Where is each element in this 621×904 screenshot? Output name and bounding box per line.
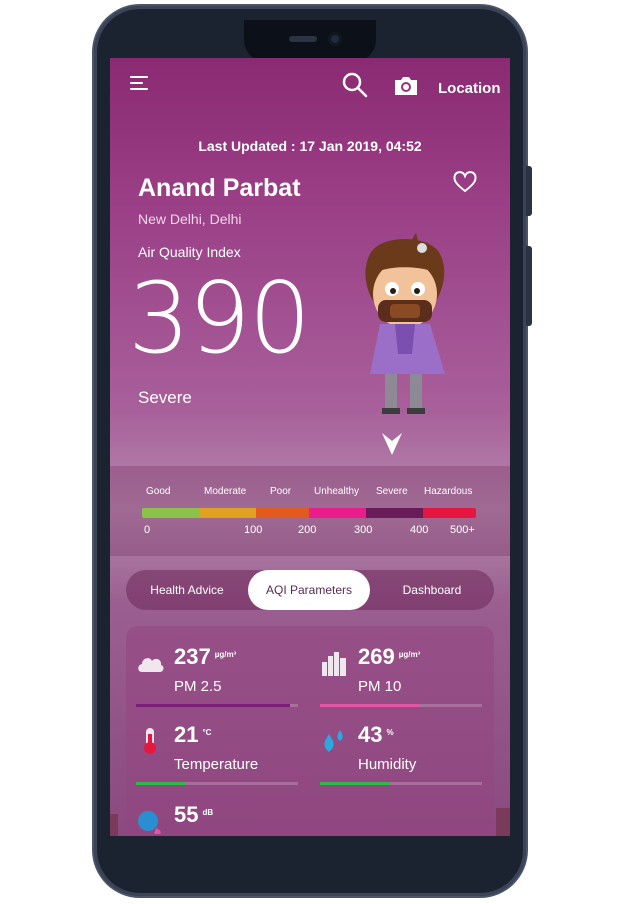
aqi-label: Air Quality Index — [138, 244, 241, 260]
place-name: Anand Parbat — [138, 174, 301, 202]
scale-label-moderate: Moderate — [204, 486, 247, 497]
volume-button — [526, 166, 532, 216]
scale-tick-labels: 0 100 200 300 400 500+ — [110, 524, 510, 538]
scale-segment-hazardous — [422, 508, 476, 518]
param-bar-fill — [136, 782, 185, 785]
scale-color-bar — [142, 508, 476, 518]
favorite-heart-icon[interactable] — [452, 170, 478, 194]
masked-character-illustration — [365, 234, 445, 414]
last-updated: Last Updated : 17 Jan 2019, 04:52 — [198, 138, 422, 154]
tab-health-advice[interactable]: Health Advice — [126, 570, 248, 610]
scale-tick: 400 — [410, 524, 429, 536]
cloud-icon — [138, 658, 164, 672]
scale-tick: 200 — [298, 524, 317, 536]
scale-tick: 0 — [144, 524, 151, 536]
param-value: 269 µg/m³ — [358, 644, 420, 670]
param-number: 269 — [358, 644, 395, 669]
param-bar-fill — [320, 782, 390, 785]
tab-dashboard[interactable]: Dashboard — [370, 570, 494, 610]
param-bar — [136, 704, 298, 707]
param-value: 43% — [358, 722, 394, 748]
buildings-icon — [322, 652, 346, 676]
param-bar — [320, 782, 482, 785]
water-drops-icon — [324, 730, 343, 752]
param-value: 237 µg/m³ — [174, 644, 236, 670]
scale-segment-good — [142, 508, 199, 518]
scale-label-poor: Poor — [270, 486, 292, 497]
tab-aqi-parameters[interactable]: AQI Parameters — [248, 570, 370, 610]
param-bar — [136, 782, 298, 785]
app-screen: Location Last Updated : 17 Jan 2019, 04:… — [110, 58, 510, 836]
param-number: 43 — [358, 722, 383, 747]
phone-frame: Location Last Updated : 17 Jan 2019, 04:… — [94, 6, 532, 896]
speaker-grille — [289, 36, 317, 42]
scale-segment-unhealthy — [308, 508, 366, 518]
scale-tick: 100 — [244, 524, 263, 536]
param-number: 237 — [174, 644, 211, 669]
scale-label-severe: Severe — [376, 486, 408, 497]
scale-label-unhealthy: Unhealthy — [314, 486, 360, 497]
param-bar-fill — [136, 704, 290, 707]
notch — [244, 20, 376, 62]
thermometer-icon — [144, 728, 156, 754]
param-humidity: 43% Humidity — [320, 722, 490, 792]
aqi-indicator-arrow-icon — [382, 433, 402, 455]
camera-icon[interactable] — [393, 73, 419, 97]
param-name: PM 2.5 — [174, 678, 222, 695]
param-pm25: 237 µg/m³ PM 2.5 — [136, 644, 306, 714]
scale-label-hazardous: Hazardous — [424, 486, 473, 497]
param-bar — [320, 704, 482, 707]
scale-segment-moderate — [198, 508, 256, 518]
front-camera — [328, 32, 342, 46]
param-value: 21 °C — [174, 722, 211, 748]
city-skyline-decoration — [110, 808, 510, 836]
scale-tick: 300 — [354, 524, 373, 536]
aqi-value: 390 — [128, 262, 311, 376]
search-icon[interactable] — [342, 72, 368, 98]
param-pm10: 269 µg/m³ PM 10 — [320, 644, 490, 714]
top-bar: Location — [110, 58, 510, 118]
param-unit: % — [386, 728, 394, 737]
power-button — [526, 246, 532, 326]
param-unit: µg/m³ — [398, 650, 421, 659]
scale-tick: 500+ — [450, 524, 475, 536]
scale-segment-poor — [255, 508, 309, 518]
menu-icon[interactable] — [130, 76, 148, 90]
param-number: 21 — [174, 722, 199, 747]
tab-bar: Health Advice AQI Parameters Dashboard — [126, 570, 494, 610]
param-name: Temperature — [174, 756, 259, 773]
param-bar-fill — [320, 704, 421, 707]
param-temperature: 21 °C Temperature — [136, 722, 306, 792]
param-unit: °C — [202, 728, 212, 737]
place-city: New Delhi, Delhi — [138, 211, 242, 227]
scale-category-labels: Good Moderate Poor Unhealthy Severe Haza… — [132, 486, 488, 502]
aqi-scale: Good Moderate Poor Unhealthy Severe Haza… — [110, 466, 510, 556]
location-link[interactable]: Location — [438, 80, 501, 97]
scale-label-good: Good — [146, 486, 171, 497]
param-name: PM 10 — [358, 678, 402, 695]
param-unit: µg/m³ — [214, 650, 237, 659]
param-name: Humidity — [358, 756, 417, 773]
aqi-status: Severe — [138, 388, 192, 407]
scale-segment-severe — [365, 508, 423, 518]
